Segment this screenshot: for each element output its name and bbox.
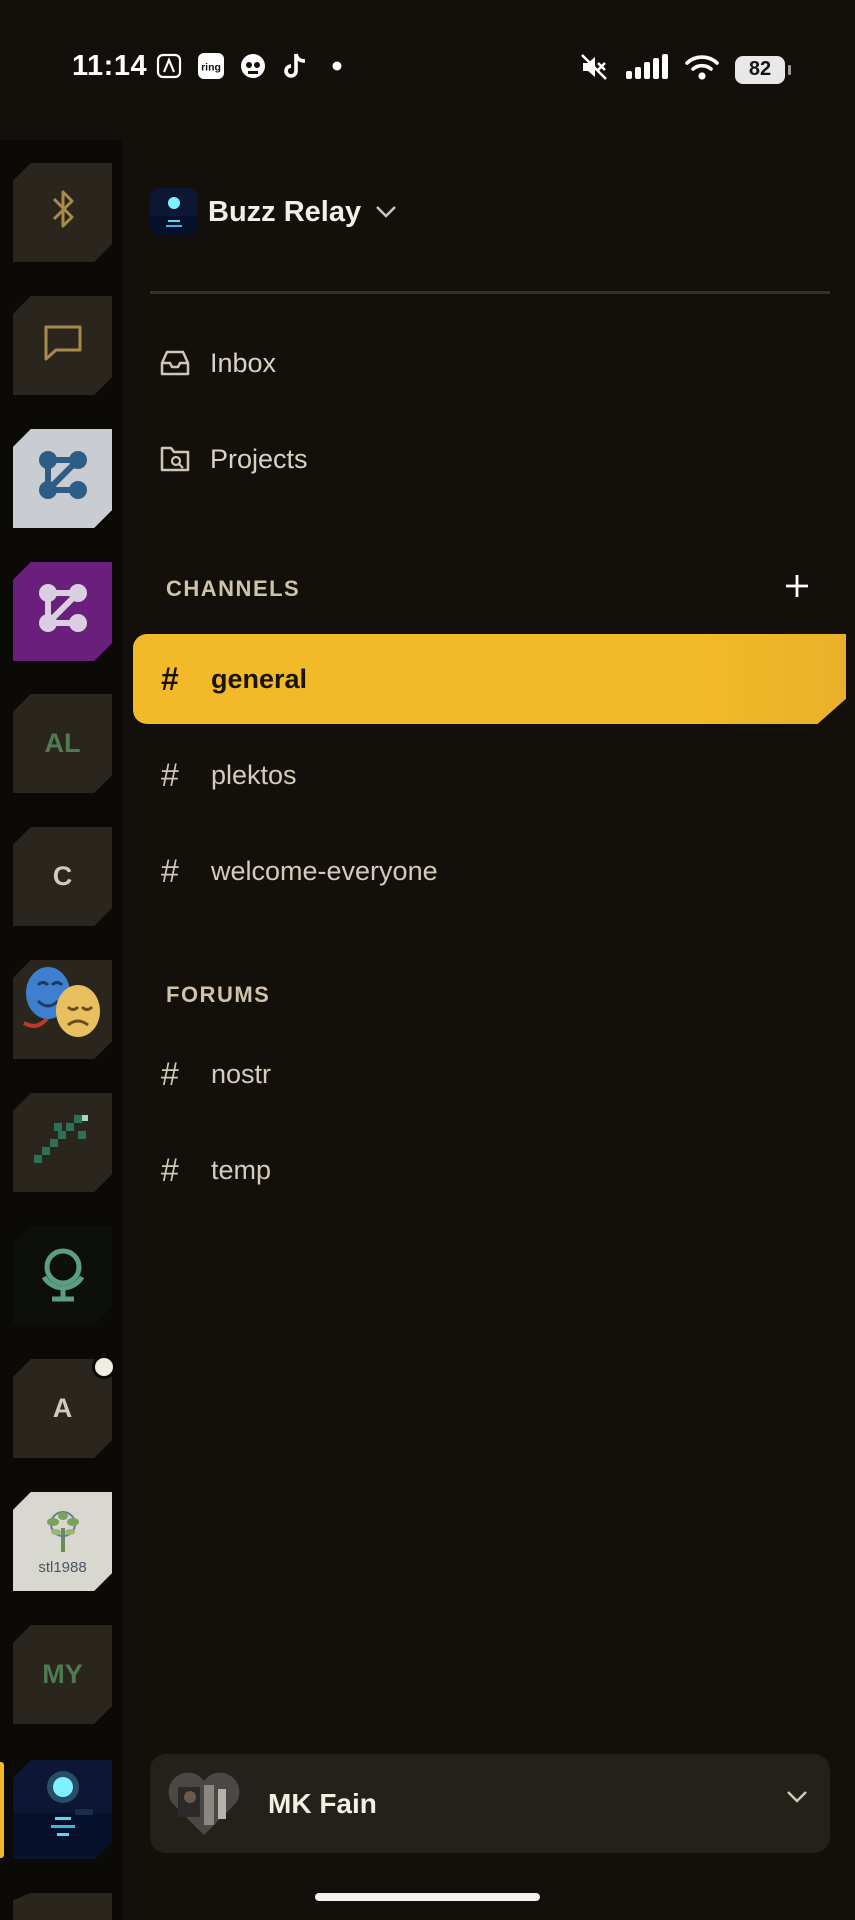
wifi-icon [685,53,719,86]
server-network-purple[interactable] [13,562,112,661]
server-globe[interactable] [13,1226,112,1325]
workspace-avatar [150,188,198,236]
server-stl1988[interactable]: stl1988 [13,1492,112,1591]
plus-icon [784,573,810,604]
folder-icon [158,442,192,476]
server-a-label: A [52,1393,73,1423]
nav-inbox-label: Inbox [210,347,277,378]
server-my-label: MY [42,1659,83,1689]
server-buzz-relay[interactable] [13,1760,112,1859]
hash-icon: # [161,660,179,697]
battery-icon: 82 [735,55,791,84]
nav-projects-label: Projects [210,443,308,474]
server-stl1988-label: stl1988 [38,1558,87,1576]
home-indicator[interactable] [315,1893,540,1901]
server-my[interactable]: MY [13,1625,112,1724]
server-al[interactable]: AL [13,694,112,793]
network-icon [32,444,94,513]
chevron-down-icon [375,205,397,224]
dot-icon [323,52,351,80]
network-icon [32,577,94,646]
forum-temp-label: temp [211,1154,272,1185]
add-channel-button[interactable] [780,569,814,607]
server-c[interactable]: C [13,827,112,926]
globe-icon [32,1239,94,1312]
skull-icon [239,52,267,80]
server-partial[interactable] [13,1893,112,1920]
ring-icon: ring [197,52,225,80]
tree-icon [38,1508,88,1561]
system-icons: 82 [579,52,791,87]
channels-section-title: CHANNELS [166,576,301,601]
server-network-light[interactable] [13,429,112,528]
hash-icon: # [161,756,179,793]
status-bar: 11:14 ring 82 [0,0,855,140]
status-time: 11:14 [72,50,148,82]
tiktok-icon [281,52,309,80]
server-c-label: C [52,861,73,891]
server-messages[interactable] [13,296,112,395]
user-panel[interactable]: MK Fain [150,1754,830,1853]
channel-plektos[interactable]: # plektos [133,730,846,820]
server-bluetooth[interactable] [13,163,112,262]
server-al-label: AL [44,728,81,758]
channel-plektos-label: plektos [211,759,297,790]
chat-icon [42,322,84,369]
channel-welcome-everyone-label: welcome-everyone [211,855,438,886]
hash-icon: # [161,1055,179,1092]
hash-icon: # [161,1151,179,1188]
channel-general-label: general [211,663,308,694]
user-name: MK Fain [268,1787,377,1819]
forum-nostr-label: nostr [211,1058,272,1089]
notification-icons: ring [155,52,351,80]
night-sea-icon [13,1760,112,1859]
nav-projects[interactable]: Projects [158,432,308,486]
forums-section-title: FORUMS [166,982,271,1007]
dragonfly-icon [28,1109,98,1176]
forum-temp[interactable]: # temp [133,1125,846,1215]
ring-label: ring [201,62,221,74]
unread-badge [92,1355,116,1379]
mute-icon [579,52,609,87]
chevron-down-icon[interactable] [786,1790,808,1809]
hash-icon: # [161,852,179,889]
workspace-name: Buzz Relay [208,195,362,228]
workspace-switcher[interactable]: Buzz Relay [150,186,397,238]
inbox-icon [158,346,192,380]
bluetooth-icon [48,187,78,238]
app-a-icon [155,52,183,80]
channel-general[interactable]: # general [133,634,846,724]
selected-server-indicator [0,1762,4,1858]
header-divider [150,291,830,294]
channel-welcome-everyone[interactable]: # welcome-everyone [133,826,846,916]
forum-nostr[interactable]: # nostr [133,1029,846,1119]
server-dragonfly[interactable] [13,1093,112,1192]
server-theater[interactable] [13,960,112,1059]
theater-masks-icon [18,961,108,1058]
signal-icon [625,54,669,85]
user-avatar [164,1769,244,1839]
nav-inbox[interactable]: Inbox [158,336,276,390]
